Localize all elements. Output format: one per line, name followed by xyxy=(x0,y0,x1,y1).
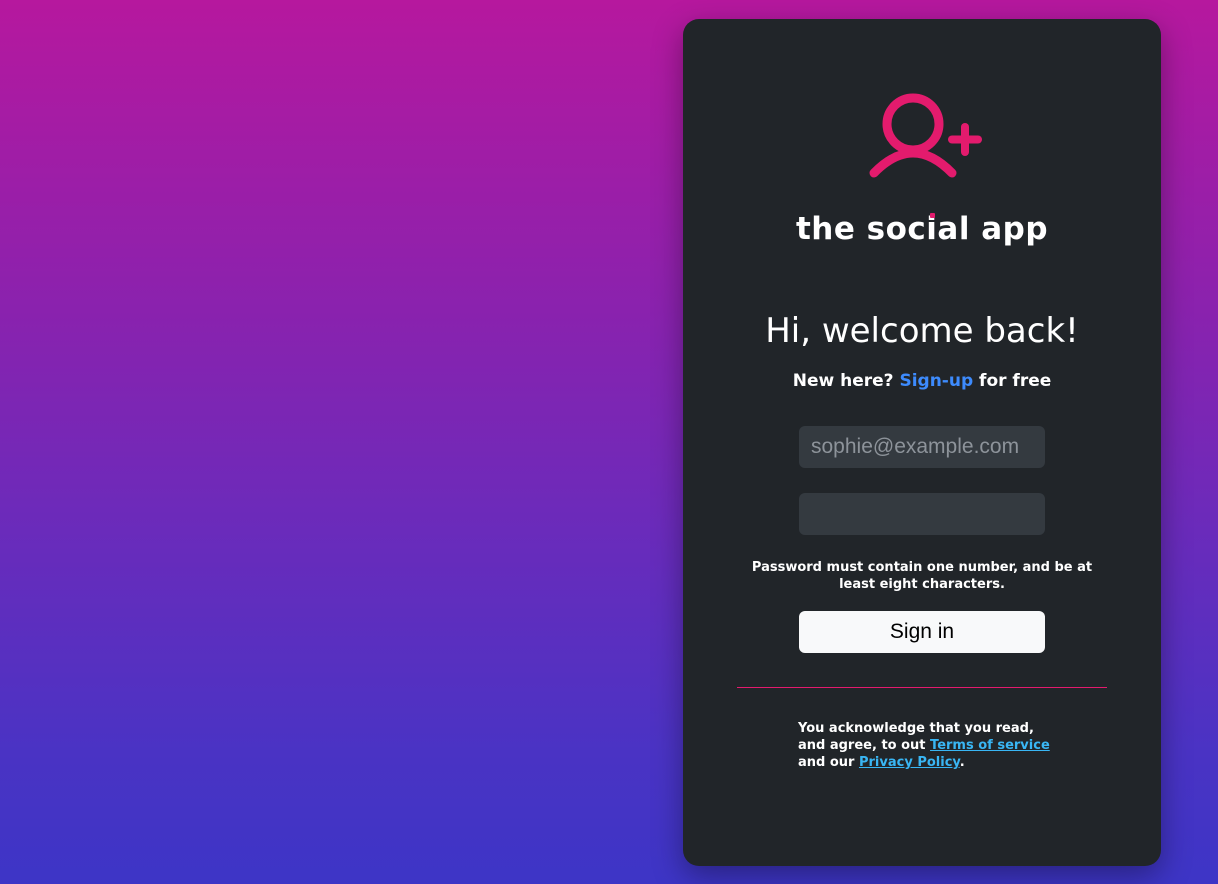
privacy-policy-link[interactable]: Privacy Policy xyxy=(859,755,960,770)
legal-text: and agree, to out xyxy=(798,738,931,753)
terms-of-service-link[interactable]: Terms of service xyxy=(930,738,1050,753)
email-field[interactable] xyxy=(799,426,1045,468)
signup-prompt-suffix: for free xyxy=(973,371,1052,391)
page-title: Hi, welcome back! xyxy=(765,311,1079,351)
signup-prompt-prefix: New here? xyxy=(792,371,900,391)
divider xyxy=(737,687,1107,688)
user-plus-icon xyxy=(868,91,984,179)
password-hint: Password must contain one number, and be… xyxy=(751,560,1093,592)
app-name-i: i xyxy=(926,211,938,247)
signup-link[interactable]: Sign-up xyxy=(899,371,973,391)
login-card: the social app Hi, welcome back! New her… xyxy=(683,19,1161,866)
password-field[interactable] xyxy=(799,493,1045,535)
app-name-part: al app xyxy=(937,211,1049,247)
legal-line-2: and agree, to out Terms of service xyxy=(798,737,1098,754)
sign-in-button[interactable]: Sign in xyxy=(799,611,1045,653)
legal-text: . xyxy=(959,755,965,770)
app-name-part: the soc xyxy=(795,211,927,247)
signup-prompt: New here? Sign-up for free xyxy=(683,371,1161,391)
legal-text: and our xyxy=(798,755,859,770)
legal-line-1: You acknowledge that you read, xyxy=(798,721,1034,736)
app-name: the social app xyxy=(683,211,1161,247)
legal-line-3: and our Privacy Policy. xyxy=(798,754,1098,771)
legal-notice: You acknowledge that you read, and agree… xyxy=(798,720,1098,771)
